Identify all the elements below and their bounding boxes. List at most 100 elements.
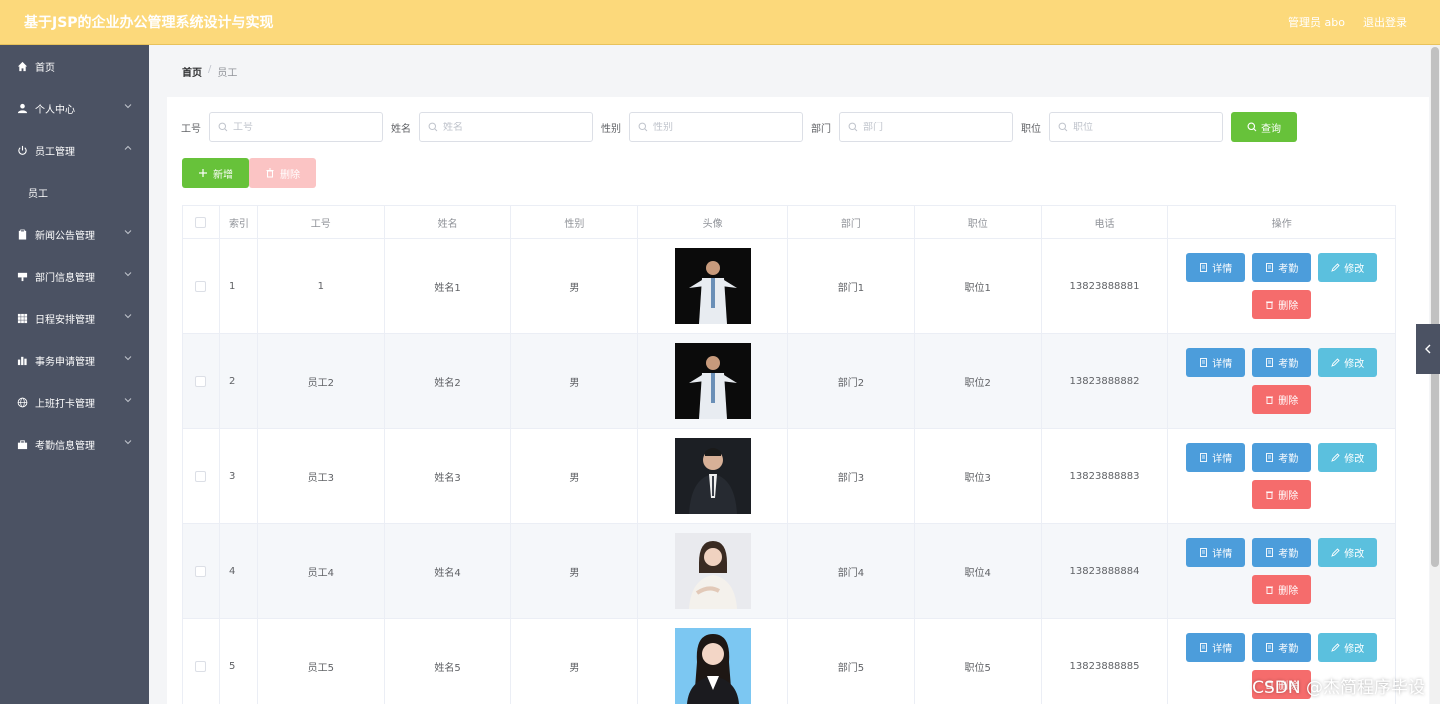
sidebar-item-affairs[interactable]: 事务申请管理 [0, 339, 149, 381]
cell-position: 职位4 [915, 524, 1042, 618]
sidebar-item-label: 部门信息管理 [35, 272, 95, 284]
sidebar-item-home[interactable]: 首页 [0, 45, 149, 87]
chevron-down-icon [124, 440, 132, 445]
sidebar-item-schedule[interactable]: 日程安排管理 [0, 297, 149, 339]
sex-input-box[interactable] [629, 112, 803, 142]
page-scrollbar[interactable] [1430, 45, 1440, 704]
staff-no-input[interactable] [233, 121, 373, 133]
detail-button[interactable]: 详情 [1186, 538, 1246, 567]
table-header-row: 索引 工号 姓名 性别 头像 部门 职位 电话 操作 [183, 206, 1395, 239]
row-checkbox[interactable] [195, 470, 207, 482]
dept-input-box[interactable] [839, 112, 1013, 142]
delete-button[interactable]: 删除 [1252, 385, 1312, 414]
add-button[interactable]: 新增 [182, 158, 249, 188]
cell-avatar [638, 429, 789, 523]
column-header: 头像 [638, 206, 789, 238]
name-input-box[interactable] [419, 112, 593, 142]
table-row: 3 员工3 姓名3 男 部门3 职位3 13823888883 详情 考勤 修改… [183, 429, 1395, 524]
row-checkbox[interactable] [195, 660, 207, 672]
cell-sex: 男 [511, 429, 639, 523]
dept-input[interactable] [863, 121, 1003, 133]
search-icon [1247, 122, 1257, 132]
column-header: 性别 [511, 206, 639, 238]
row-select-cell [183, 239, 220, 333]
chart-icon [16, 354, 28, 366]
detail-label: 详情 [1212, 549, 1233, 560]
query-button[interactable]: 查询 [1231, 112, 1297, 142]
sex-input[interactable] [653, 121, 793, 133]
cell-dept: 部门3 [788, 429, 915, 523]
pencil-icon [1331, 263, 1340, 272]
cell-operations: 详情 考勤 修改 删除 [1168, 524, 1395, 618]
cell-avatar [638, 239, 789, 333]
column-header: 索引 [220, 206, 258, 238]
edit-button[interactable]: 修改 [1318, 443, 1378, 472]
attendance-button[interactable]: 考勤 [1252, 348, 1312, 377]
column-header: 部门 [788, 206, 915, 238]
edit-button[interactable]: 修改 [1318, 538, 1378, 567]
sidebar-item-staff-mgmt[interactable]: 员工管理 [0, 129, 149, 171]
attendance-button[interactable]: 考勤 [1252, 253, 1312, 282]
detail-label: 详情 [1212, 359, 1233, 370]
name-input[interactable] [443, 121, 583, 133]
side-panel-toggle[interactable] [1416, 324, 1440, 374]
batch-delete-button[interactable]: 删除 [249, 158, 316, 188]
trash-icon [1266, 586, 1274, 594]
sidebar-item-attendance[interactable]: 考勤信息管理 [0, 423, 149, 465]
attendance-button[interactable]: 考勤 [1252, 538, 1312, 567]
cell-operations: 详情 考勤 修改 删除 [1168, 239, 1395, 333]
edit-button[interactable]: 修改 [1318, 633, 1378, 662]
sidebar-item-dept[interactable]: 部门信息管理 [0, 255, 149, 297]
attendance-button[interactable]: 考勤 [1252, 443, 1312, 472]
row-checkbox[interactable] [195, 280, 207, 292]
document-icon [1266, 453, 1274, 462]
cell-dept: 部门2 [788, 334, 915, 428]
sidebar-subitem-staff[interactable]: 员工 [0, 171, 149, 213]
delete-button[interactable]: 删除 [1252, 480, 1312, 509]
avatar [674, 533, 751, 609]
edit-label: 修改 [1344, 454, 1365, 465]
row-checkbox[interactable] [195, 375, 207, 387]
user-icon [16, 102, 28, 114]
logout-link[interactable]: 退出登录 [1363, 14, 1407, 30]
edit-button[interactable]: 修改 [1318, 348, 1378, 377]
column-header: 姓名 [385, 206, 512, 238]
table-row: 4 员工4 姓名4 男 部门4 职位4 13823888884 详情 考勤 修改… [183, 524, 1395, 619]
cell-staff-no: 1 [258, 239, 385, 333]
row-checkbox[interactable] [195, 565, 207, 577]
field-label: 部门 [811, 123, 831, 135]
attendance-label: 考勤 [1278, 549, 1299, 560]
cell-phone: 13823888881 [1042, 239, 1169, 333]
sidebar-item-clockin[interactable]: 上班打卡管理 [0, 381, 149, 423]
position-input-box[interactable] [1049, 112, 1223, 142]
position-input[interactable] [1073, 121, 1213, 133]
trash-icon [1266, 396, 1274, 404]
staff-table: 索引 工号 姓名 性别 头像 部门 职位 电话 操作 1 1 姓名1 男 部门1… [182, 205, 1396, 704]
clipboard-icon [16, 228, 28, 240]
scrollbar-thumb[interactable] [1431, 47, 1439, 567]
edit-button[interactable]: 修改 [1318, 253, 1378, 282]
row-select-cell [183, 524, 220, 618]
select-all-checkbox[interactable] [195, 216, 207, 228]
cell-position: 职位2 [915, 334, 1042, 428]
globe-icon [16, 396, 28, 408]
detail-button[interactable]: 详情 [1186, 348, 1246, 377]
breadcrumb-home[interactable]: 首页 [182, 64, 202, 79]
detail-button[interactable]: 详情 [1186, 443, 1246, 472]
document-icon [1200, 358, 1208, 367]
sidebar-item-personal[interactable]: 个人中心 [0, 87, 149, 129]
delete-button[interactable]: 删除 [1252, 290, 1312, 319]
briefcase-icon [16, 438, 28, 450]
avatar [674, 628, 751, 704]
sidebar-item-label: 日程安排管理 [35, 314, 95, 326]
attendance-button[interactable]: 考勤 [1252, 633, 1312, 662]
cell-dept: 部门5 [788, 619, 915, 704]
detail-button[interactable]: 详情 [1186, 253, 1246, 282]
cell-operations: 详情 考勤 修改 删除 [1168, 334, 1395, 428]
staff-no-input-box[interactable] [209, 112, 383, 142]
delete-button[interactable]: 删除 [1252, 575, 1312, 604]
sign-icon [16, 270, 28, 282]
sidebar-item-news[interactable]: 新闻公告管理 [0, 213, 149, 255]
detail-button[interactable]: 详情 [1186, 633, 1246, 662]
column-header: 职位 [915, 206, 1042, 238]
